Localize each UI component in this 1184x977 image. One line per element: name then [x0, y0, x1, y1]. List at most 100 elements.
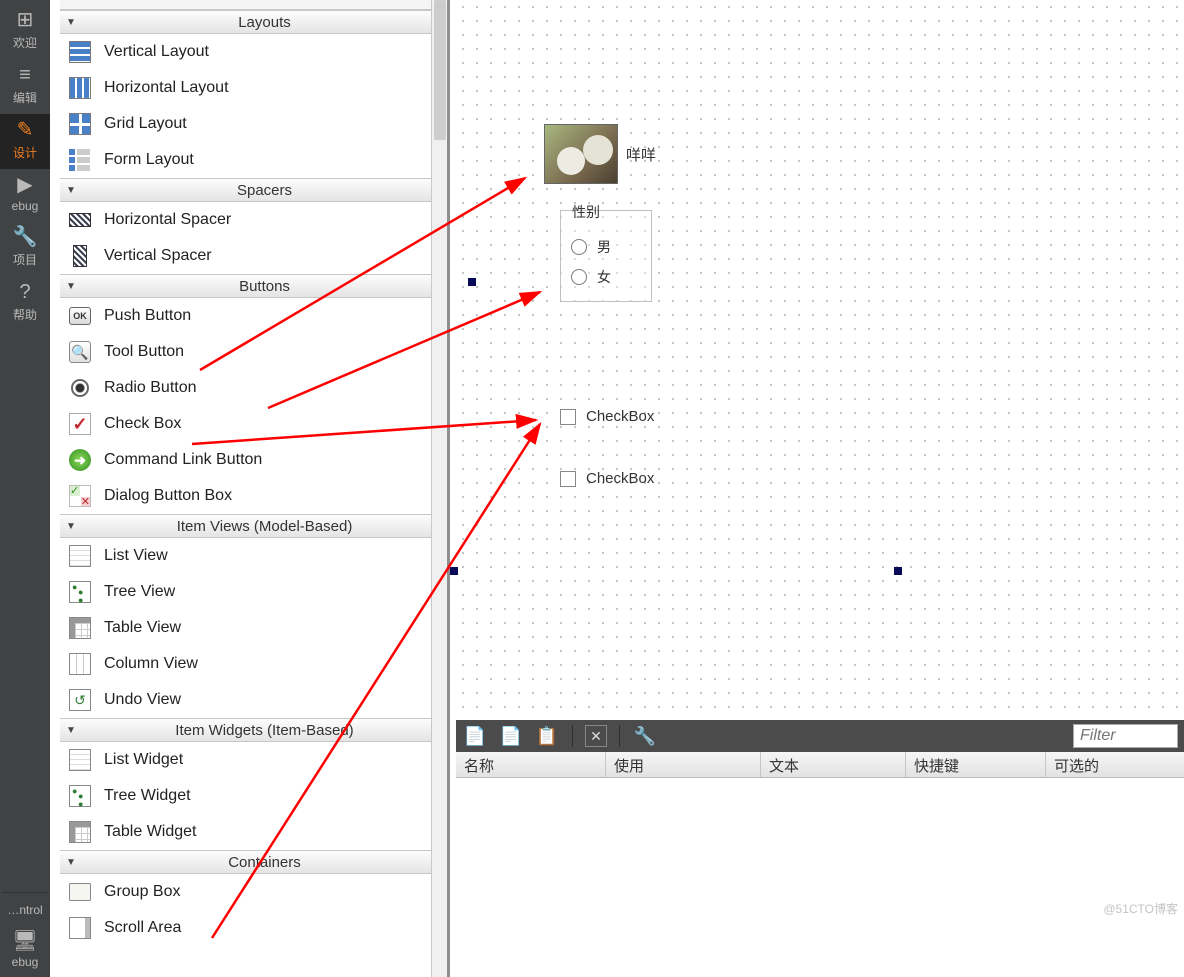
- widget-item[interactable]: Horizontal Layout: [60, 70, 447, 106]
- chevron-down-icon: ▼: [60, 725, 82, 736]
- selection-handle[interactable]: [894, 567, 902, 575]
- widget-label: Push Button: [104, 307, 191, 325]
- widget-item[interactable]: ↺ Undo View: [60, 682, 447, 718]
- category-title: Containers: [82, 854, 447, 871]
- widget-item[interactable]: Vertical Spacer: [60, 238, 447, 274]
- widget-item[interactable]: 🔍Tool Button: [60, 334, 447, 370]
- checkbox-1[interactable]: CheckBox: [560, 408, 654, 425]
- widget-label: Tree View: [104, 583, 175, 601]
- widget-item[interactable]: Scroll Area: [60, 910, 447, 946]
- widget-item[interactable]: Form Layout: [60, 142, 447, 178]
- widget-label: Horizontal Layout: [104, 79, 229, 97]
- action-table-header: 名称 使用 文本 快捷键 可选的: [456, 752, 1184, 778]
- category-header[interactable]: ▼Spacers: [60, 178, 447, 202]
- divider: [2, 892, 48, 893]
- widget-item[interactable]: List View: [60, 538, 447, 574]
- mode-label: ebug: [12, 955, 39, 969]
- help-icon: ?: [19, 282, 30, 302]
- widget-label: Undo View: [104, 691, 181, 709]
- chevron-down-icon: ▼: [60, 17, 82, 28]
- tool-button-widget[interactable]: 咩咩: [544, 124, 656, 184]
- th-name[interactable]: 名称: [456, 752, 606, 777]
- widget-item[interactable]: OK Push Button: [60, 298, 447, 334]
- category-title: Item Widgets (Item-Based): [82, 722, 447, 739]
- mode-control[interactable]: …ntrol: [0, 897, 50, 925]
- category-header[interactable]: ▼Item Widgets (Item-Based): [60, 718, 447, 742]
- bug-icon: ▶: [17, 175, 32, 195]
- checkbox-label: CheckBox: [586, 408, 654, 425]
- mode-label: 项目: [13, 251, 37, 268]
- form-canvas[interactable]: 咩咩 性别 男 女 CheckBox CheckBox: [456, 0, 1184, 720]
- checkbox-label: CheckBox: [586, 470, 654, 487]
- mode-label: …ntrol: [7, 903, 42, 917]
- radio-icon: [571, 269, 587, 285]
- vlayout-icon: [68, 40, 92, 64]
- action-editor-toolbar: 📄 📄 📋 ✕ 🔧: [456, 720, 1184, 752]
- gender-groupbox[interactable]: 性别 男 女: [560, 210, 652, 302]
- cmdlink-icon: ➜: [68, 448, 92, 472]
- hlayout-icon: [68, 76, 92, 100]
- widget-item[interactable]: Table View: [60, 610, 447, 646]
- widget-item[interactable]: Tree Widget: [60, 778, 447, 814]
- widget-item[interactable]: Group Box: [60, 874, 447, 910]
- chevron-down-icon: ▼: [60, 281, 82, 292]
- sheep-image-icon: [544, 124, 618, 184]
- category-header[interactable]: ▼Item Views (Model-Based): [60, 514, 447, 538]
- col-icon: [68, 652, 92, 676]
- category-header[interactable]: ▼Containers: [60, 850, 447, 874]
- configure-icon[interactable]: 🔧: [632, 723, 658, 749]
- chevron-down-icon: ▼: [60, 521, 82, 532]
- widget-item[interactable]: List Widget: [60, 742, 447, 778]
- mode-welcome[interactable]: ⊞欢迎: [0, 4, 50, 59]
- selection-handle[interactable]: [468, 278, 476, 286]
- undo-icon: ↺: [68, 688, 92, 712]
- widget-item[interactable]: Table Widget: [60, 814, 447, 850]
- widget-box: ▼LayoutsVertical Layout Horizontal Layout…: [60, 0, 450, 977]
- category-header[interactable]: ▼Layouts: [60, 10, 447, 34]
- btn-icon: OK: [68, 304, 92, 328]
- th-used[interactable]: 使用: [606, 752, 761, 777]
- form-icon: [68, 148, 92, 172]
- delete-action-icon[interactable]: ✕: [585, 725, 607, 747]
- mode-label: 设计: [13, 144, 37, 161]
- widget-item[interactable]: Dialog Button Box: [60, 478, 447, 514]
- widget-item[interactable]: ➜Command Link Button: [60, 442, 447, 478]
- search-header: [60, 0, 447, 10]
- th-text[interactable]: 文本: [761, 752, 906, 777]
- widget-item[interactable]: Grid Layout: [60, 106, 447, 142]
- paste-action-icon[interactable]: 📋: [534, 723, 560, 749]
- widget-item[interactable]: Horizontal Spacer: [60, 202, 447, 238]
- mode-sidebar: ⊞欢迎 ≡编辑 ✎设计 ▶ebug 🔧项目 ?帮助 …ntrol 🖥ebug: [0, 0, 50, 977]
- widget-item[interactable]: Vertical Layout: [60, 34, 447, 70]
- category-title: Spacers: [82, 182, 447, 199]
- separator: [619, 725, 620, 747]
- mode-help[interactable]: ?帮助: [0, 276, 50, 331]
- checkbox-2[interactable]: CheckBox: [560, 470, 654, 487]
- th-checkable[interactable]: 可选的: [1046, 752, 1184, 777]
- th-shortcut[interactable]: 快捷键: [906, 752, 1046, 777]
- radio-label: 男: [597, 237, 611, 257]
- pencil-icon: ✎: [17, 120, 34, 140]
- category-title: Item Views (Model-Based): [82, 518, 447, 535]
- widget-item[interactable]: Column View: [60, 646, 447, 682]
- widget-label: Table View: [104, 619, 181, 637]
- table-icon: [68, 616, 92, 640]
- widget-item[interactable]: ✓Check Box: [60, 406, 447, 442]
- category-header[interactable]: ▼Buttons: [60, 274, 447, 298]
- widget-item[interactable]: Radio Button: [60, 370, 447, 406]
- filter-input[interactable]: [1073, 724, 1178, 748]
- selection-handle[interactable]: [450, 567, 458, 575]
- mode-edit[interactable]: ≡编辑: [0, 59, 50, 114]
- radio-male[interactable]: 男: [571, 237, 641, 257]
- radio-female[interactable]: 女: [571, 267, 641, 287]
- scroll-icon: [68, 916, 92, 940]
- mode-design[interactable]: ✎ 设计: [0, 114, 50, 169]
- scrollbar[interactable]: [431, 0, 447, 977]
- mode-debug-bottom[interactable]: 🖥ebug: [0, 925, 50, 977]
- mode-debug[interactable]: ▶ebug: [0, 169, 50, 221]
- mode-projects[interactable]: 🔧项目: [0, 221, 50, 276]
- scroll-thumb[interactable]: [434, 0, 446, 140]
- new-action-icon[interactable]: 📄: [462, 723, 488, 749]
- widget-item[interactable]: Tree View: [60, 574, 447, 610]
- copy-action-icon[interactable]: 📄: [498, 723, 524, 749]
